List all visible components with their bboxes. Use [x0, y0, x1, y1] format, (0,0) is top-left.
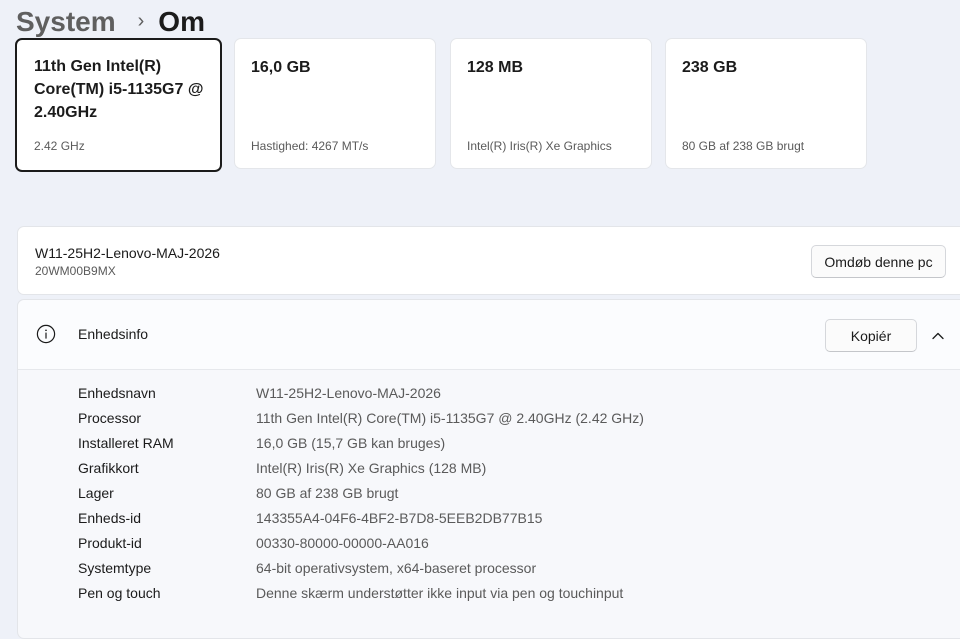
info-row-storage: Lager 80 GB af 238 GB brugt	[78, 480, 644, 505]
rename-pc-button[interactable]: Omdøb denne pc	[811, 245, 946, 278]
spec-storage-value: 238 GB	[682, 59, 738, 76]
info-row-label: Enheds-id	[78, 510, 142, 527]
breadcrumb: System › Om	[16, 2, 205, 42]
spec-card-memory[interactable]: 16,0 GB Hastighed: 4267 MT/s	[234, 38, 436, 169]
pc-model: 20WM00B9MX	[35, 264, 116, 278]
info-row-pen-touch: Pen og touch Denne skærm understøtter ik…	[78, 581, 644, 606]
spec-card-graphics[interactable]: 128 MB Intel(R) Iris(R) Xe Graphics	[450, 38, 652, 169]
chevron-up-icon[interactable]	[930, 328, 946, 344]
spec-card-storage[interactable]: 238 GB 80 GB af 238 GB brugt	[665, 38, 867, 169]
spec-graphics-name: Intel(R) Iris(R) Xe Graphics	[467, 139, 612, 153]
copy-button[interactable]: Kopiér	[825, 319, 917, 352]
info-row-label: Systemtype	[78, 560, 152, 577]
info-row-label: Installeret RAM	[78, 434, 174, 451]
device-info-header[interactable]: Enhedsinfo Kopiér	[18, 300, 960, 370]
spec-memory-value: 16,0 GB	[251, 59, 311, 76]
info-row-value: 16,0 GB (15,7 GB kan bruges)	[256, 434, 446, 451]
info-row-value: 00330-80000-00000-AA016	[256, 535, 429, 552]
info-row-value: Intel(R) Iris(R) Xe Graphics (128 MB)	[256, 459, 487, 476]
info-row-system-type: Systemtype 64-bit operativsystem, x64-ba…	[78, 556, 644, 581]
breadcrumb-separator-icon: ›	[137, 9, 145, 32]
info-row-value: W11-25H2-Lenovo-MAJ-2026	[256, 384, 441, 401]
breadcrumb-system-link[interactable]: System	[16, 6, 116, 38]
info-row-label: Pen og touch	[78, 585, 161, 602]
info-row-value: 80 GB af 238 GB brugt	[256, 484, 399, 501]
device-info-rows: Enhedsnavn W11-25H2-Lenovo-MAJ-2026 Proc…	[78, 380, 644, 606]
info-row-value: 64-bit operativsystem, x64-baseret proce…	[256, 560, 537, 577]
info-row-device-name: Enhedsnavn W11-25H2-Lenovo-MAJ-2026	[78, 380, 644, 405]
device-info-title: Enhedsinfo	[78, 326, 149, 342]
page-title: Om	[158, 6, 205, 37]
info-row-label: Grafikkort	[78, 459, 139, 476]
spec-processor-speed: 2.42 GHz	[34, 139, 85, 153]
info-row-graphics: Grafikkort Intel(R) Iris(R) Xe Graphics …	[78, 455, 644, 480]
info-row-processor: Processor 11th Gen Intel(R) Core(TM) i5-…	[78, 405, 644, 430]
info-row-product-id: Produkt-id 00330-80000-00000-AA016	[78, 531, 644, 556]
info-row-device-id: Enheds-id 143355A4-04F6-4BF2-B7D8-5EEB2D…	[78, 505, 644, 530]
spec-graphics-value: 128 MB	[467, 59, 524, 76]
spec-storage-usage: 80 GB af 238 GB brugt	[682, 139, 805, 153]
info-row-ram: Installeret RAM 16,0 GB (15,7 GB kan bru…	[78, 430, 644, 455]
info-row-value: 143355A4-04F6-4BF2-B7D8-5EEB2DB77B15	[256, 510, 543, 527]
spec-memory-speed: Hastighed: 4267 MT/s	[251, 139, 369, 153]
info-row-value: 11th Gen Intel(R) Core(TM) i5-1135G7 @ 2…	[256, 409, 644, 426]
info-row-label: Produkt-id	[78, 535, 142, 552]
device-info-section: Enhedsinfo Kopiér Enhedsnavn W11-25H2-Le…	[17, 299, 960, 639]
info-icon	[36, 324, 56, 344]
info-row-label: Processor	[78, 409, 142, 426]
info-row-label: Lager	[78, 484, 114, 501]
info-row-label: Enhedsnavn	[78, 384, 156, 401]
spec-card-processor[interactable]: 11th Gen Intel(R) Core(TM) i5-1135G7 @ 2…	[15, 38, 222, 172]
pc-name: W11-25H2-Lenovo-MAJ-2026	[35, 245, 220, 261]
pc-name-card: W11-25H2-Lenovo-MAJ-2026 20WM00B9MX Omdø…	[17, 226, 960, 295]
spec-processor-value: 11th Gen Intel(R) Core(TM) i5-1135G7 @ 2…	[34, 58, 204, 121]
info-row-value: Denne skærm understøtter ikke input via …	[256, 585, 624, 602]
